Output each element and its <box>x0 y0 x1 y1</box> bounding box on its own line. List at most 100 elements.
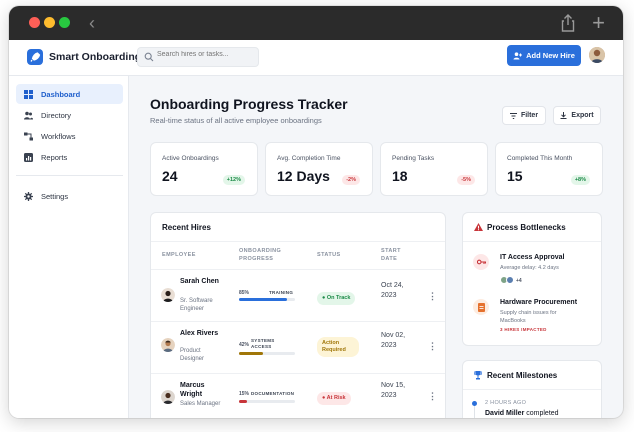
progress-fill <box>239 298 287 301</box>
employee-name: Alex Rivers <box>180 330 219 337</box>
recent-hires-panel: Recent Hires EMPLOYEE ONBOARDING PROGRES… <box>150 212 446 418</box>
status-text: At Risk <box>326 395 346 401</box>
sidebar: Dashboard Directory Workflows Reports Se… <box>9 76 129 418</box>
progress-bar <box>239 352 295 355</box>
sidebar-item-label: Directory <box>41 110 72 120</box>
sidebar-item-label: Reports <box>41 152 68 162</box>
rocket-logo-icon <box>27 49 43 65</box>
start-date: Nov 15, 2023 <box>381 382 406 399</box>
progress-fill <box>239 352 263 355</box>
stat-label: Avg. Completion Time <box>277 155 341 162</box>
milestone-time: 2 HOURS AGO <box>485 400 527 406</box>
trophy-icon <box>474 371 482 380</box>
bottlenecks-title: Process Bottlenecks <box>487 223 566 232</box>
progress-fill <box>239 400 248 403</box>
progress-percent: 85% <box>239 290 250 296</box>
sidebar-item-dashboard[interactable]: Dashboard <box>16 84 123 104</box>
progress-stage: SYSTEMS ACCESS <box>251 338 275 349</box>
close-window-button[interactable] <box>29 17 40 28</box>
impact-tag: 3 HIRES IMPACTED <box>500 327 547 332</box>
bottlenecks-panel: Process Bottlenecks IT Access Approval A… <box>462 212 602 346</box>
bottleneck-subtitle: Average delay: 4.2 days <box>500 265 559 271</box>
search-bar[interactable] <box>137 47 259 67</box>
sidebar-divider <box>16 175 123 176</box>
app-name: Smart Onboarding <box>49 51 142 63</box>
add-user-icon <box>513 51 523 59</box>
more-options-icon[interactable]: ⋮ <box>428 291 437 302</box>
add-new-hire-button[interactable]: Add New Hire <box>507 45 581 66</box>
sidebar-item-reports[interactable]: Reports <box>16 147 123 167</box>
window-titlebar: ‹ + <box>9 6 623 40</box>
stat-value: 12 Days <box>277 168 330 184</box>
minimize-window-button[interactable] <box>44 17 55 28</box>
main-content: Onboarding Progress Tracker Real-time st… <box>130 76 623 418</box>
warning-icon <box>474 223 483 231</box>
stat-card-pending-tasks: Pending Tasks 18 -5% <box>380 142 488 196</box>
column-header-progress: ONBOARDING PROGRESS <box>239 248 282 262</box>
user-avatar[interactable] <box>589 47 605 63</box>
export-button[interactable]: Export <box>553 106 601 125</box>
new-tab-plus-icon[interactable]: + <box>592 10 605 36</box>
stat-card-active-onboardings: Active Onboardings 24 +12% <box>150 142 258 196</box>
sidebar-item-settings[interactable]: Settings <box>16 186 123 206</box>
status-text: On Track <box>326 295 351 301</box>
milestone-text: David Miller completed <box>485 410 559 417</box>
divider <box>463 241 601 242</box>
timeline-dot <box>472 401 477 406</box>
stat-label: Completed This Month <box>507 155 573 162</box>
filter-button[interactable]: Filter <box>502 106 546 125</box>
sidebar-item-label: Dashboard <box>41 89 81 99</box>
column-header-status: STATUS <box>317 252 341 258</box>
status-text: Action Required <box>322 340 346 353</box>
divider <box>151 241 445 242</box>
progress-stage: DOCUMENTATION <box>251 391 295 396</box>
more-options-icon[interactable]: ⋮ <box>428 341 437 352</box>
avatar <box>161 288 175 302</box>
avatar <box>161 338 175 352</box>
column-header-start-date: START DATE <box>381 248 401 262</box>
employee-role: Product Designer <box>180 348 205 362</box>
document-icon <box>473 299 489 315</box>
bottleneck-subtitle: Supply chain issues for MacBooks <box>500 310 557 324</box>
sidebar-item-directory[interactable]: Directory <box>16 105 123 125</box>
app-window: ‹ + Smart Onboarding Add New Hire Dashbo… <box>9 6 623 418</box>
milestones-title: Recent Milestones <box>487 371 558 380</box>
search-input[interactable] <box>157 51 255 58</box>
progress-stage: TRAINING <box>269 290 294 295</box>
status-badge: ● At Risk <box>317 392 351 405</box>
stat-change-badge: -5% <box>457 175 475 185</box>
divider <box>151 269 445 270</box>
bottleneck-title: Hardware Procurement <box>500 299 578 306</box>
search-icon <box>144 52 154 62</box>
workflow-icon <box>24 132 33 140</box>
gear-icon <box>24 191 33 201</box>
sidebar-item-label: Workflows <box>41 131 76 141</box>
avatar <box>161 390 175 404</box>
recent-hires-title: Recent Hires <box>162 223 211 232</box>
extra-count-badge: +4 <box>516 278 522 284</box>
column-header-employee: EMPLOYEE <box>162 252 196 258</box>
users-icon <box>24 111 33 119</box>
share-icon[interactable] <box>561 14 575 32</box>
key-icon <box>473 254 489 270</box>
add-new-hire-label: Add New Hire <box>526 51 575 60</box>
stat-label: Active Onboardings <box>162 155 219 162</box>
status-badge: Action Required <box>317 337 359 357</box>
page-subtitle: Real-time status of all active employee … <box>150 116 322 125</box>
progress-bar <box>239 298 295 301</box>
back-arrow-icon[interactable]: ‹ <box>89 13 95 34</box>
avatar <box>506 276 514 284</box>
sidebar-item-workflows[interactable]: Workflows <box>16 126 123 146</box>
milestone-action: completed <box>526 410 559 417</box>
progress-percent: 15% <box>239 391 250 397</box>
maximize-window-button[interactable] <box>59 17 70 28</box>
divider <box>151 321 445 322</box>
sidebar-item-label: Settings <box>41 191 69 201</box>
export-label: Export <box>571 112 594 119</box>
more-options-icon[interactable]: ⋮ <box>428 391 437 402</box>
stat-label: Pending Tasks <box>392 155 435 162</box>
bottleneck-title: IT Access Approval <box>500 254 565 261</box>
employee-role: Sales Manager <box>180 401 221 407</box>
top-navbar: Smart Onboarding Add New Hire <box>9 40 623 76</box>
stat-value: 18 <box>392 168 408 184</box>
